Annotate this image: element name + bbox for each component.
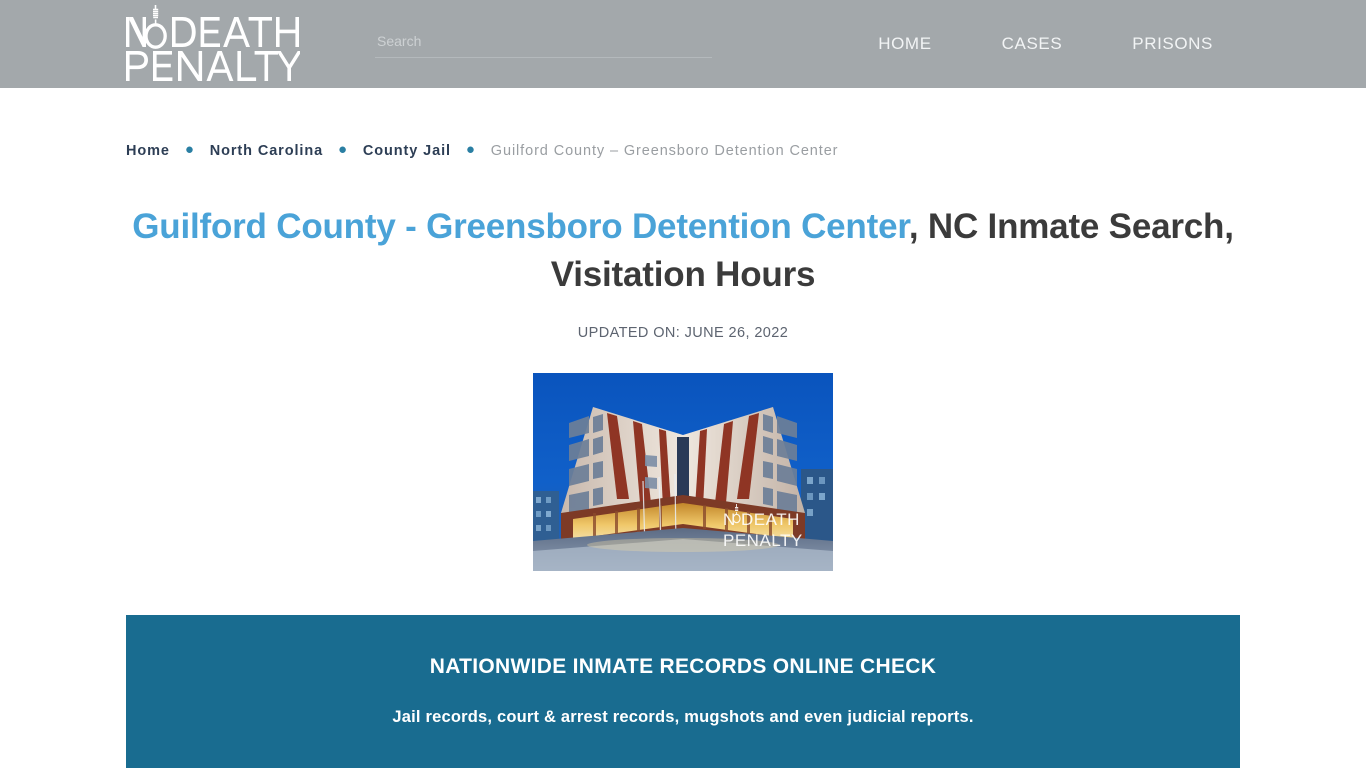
nav-link-home[interactable]: HOME [843,0,966,88]
noose-icon [126,5,300,81]
breadcrumb-item-county-jail[interactable]: County Jail [363,143,451,159]
hero-image: N DEATH PENALTY [533,373,833,571]
search-form[interactable] [375,28,712,58]
site-logo[interactable] [124,4,300,84]
nav-link-cases[interactable]: CASES [967,0,1098,88]
breadcrumb-separator-icon: ● [337,141,348,158]
main-navigation: HOME CASES PRISONS [843,0,1248,88]
detention-center-photo: N DEATH PENALTY [533,373,833,571]
page-content: Home ● North Carolina ● County Jail ● Gu… [0,88,1366,768]
svg-text:PENALTY: PENALTY [723,531,803,550]
updated-on-text: UPDATED ON: JUNE 26, 2022 [577,325,789,341]
promo-banner-subtitle: Jail records, court & arrest records, mu… [392,708,974,726]
hero-figure: N DEATH PENALTY [126,373,1240,571]
svg-text:DEATH: DEATH [741,510,800,529]
page-title: Guilford County - Greensboro Detention C… [126,203,1240,299]
breadcrumb: Home ● North Carolina ● County Jail ● Gu… [126,88,1240,161]
search-input[interactable] [375,28,712,58]
svg-text:N: N [723,510,736,529]
promo-banner-title: NATIONWIDE INMATE RECORDS ONLINE CHECK [429,655,937,678]
nav-link-prisons[interactable]: PRISONS [1097,0,1248,88]
promo-banner[interactable]: NATIONWIDE INMATE RECORDS ONLINE CHECK J… [126,615,1240,768]
site-header: HOME CASES PRISONS [0,0,1366,88]
breadcrumb-item-north-carolina[interactable]: North Carolina [210,143,323,159]
breadcrumb-item-home[interactable]: Home [126,143,170,159]
breadcrumb-separator-icon: ● [184,141,195,158]
breadcrumb-separator-icon: ● [465,141,476,158]
breadcrumb-item-current: Guilford County – Greensboro Detention C… [490,143,839,159]
page-title-accent: Guilford County - Greensboro Detention C… [132,207,909,246]
